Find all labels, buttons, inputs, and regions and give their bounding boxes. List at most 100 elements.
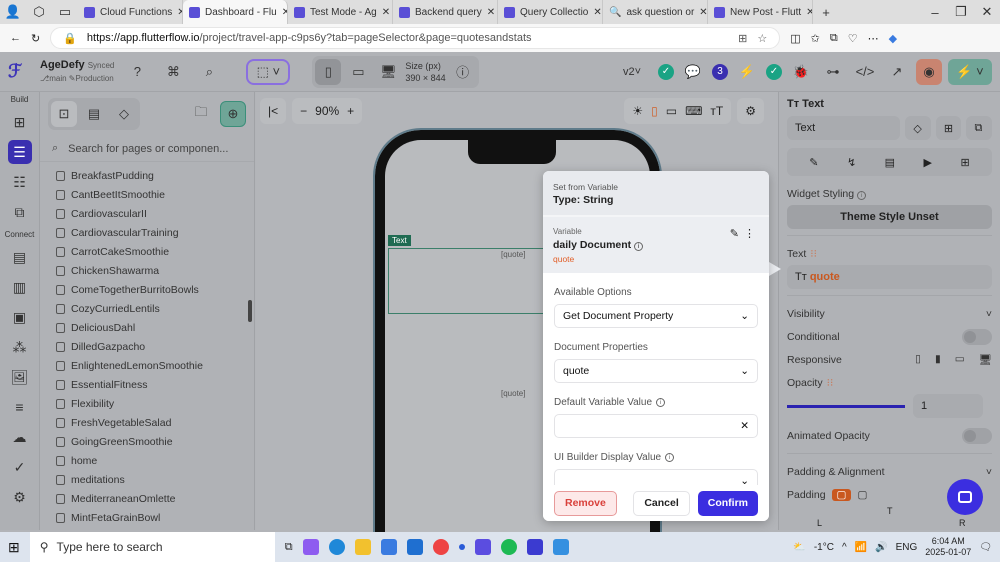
device-frame-icon[interactable]: ▭	[666, 104, 677, 118]
page-search-input[interactable]: ⌕ Search for pages or componen...	[40, 136, 254, 162]
phone-preview-icon[interactable]: ▯	[651, 104, 658, 118]
weather-icon[interactable]: ⛅	[793, 542, 805, 553]
issues-count-badge[interactable]: 3	[712, 63, 728, 80]
run-button[interactable]: ⚡ ˅	[948, 58, 992, 85]
task-view-icon[interactable]: ⧉	[285, 541, 293, 554]
zoom-out-icon[interactable]: −	[300, 104, 307, 118]
show-hidden-icons[interactable]: ^	[842, 542, 847, 553]
tab-actions-icon[interactable]: ▭	[52, 0, 78, 25]
phone-device-icon[interactable]: ▯	[315, 58, 342, 85]
clock[interactable]: 6:04 AM 2025-01-07	[925, 536, 971, 558]
command-icon[interactable]: ⌘	[160, 59, 186, 85]
text-scale-icon[interactable]: тT	[710, 104, 723, 118]
site-info-icon[interactable]: 🔒	[63, 32, 77, 45]
taskbar-search[interactable]: ⚲ Type here to search	[29, 532, 275, 562]
comments-icon[interactable]: 💬	[680, 59, 706, 85]
padding-individual-icon[interactable]: ▢	[857, 489, 867, 501]
library-tab-icon[interactable]: ◇	[111, 101, 137, 127]
favorites-icon[interactable]: ✩	[811, 32, 820, 45]
widget-name-input[interactable]: Text	[787, 116, 901, 140]
tablet-icon[interactable]: ▮	[935, 353, 941, 366]
open-external-icon[interactable]: ↗	[884, 59, 910, 85]
docs-tab-icon[interactable]: ⊞	[960, 156, 969, 169]
library-icon[interactable]: ◇	[905, 116, 931, 140]
page-list-item[interactable]: ComeTogetherBurritoBowls	[56, 280, 254, 299]
media-icon[interactable]: ▣	[8, 305, 32, 329]
page-list-item[interactable]: CantBeetItSmoothie	[56, 185, 254, 204]
chrome-app-icon[interactable]	[432, 539, 449, 555]
opacity-slider[interactable]	[787, 404, 905, 408]
flutterflow-logo-icon[interactable]: ℱ	[8, 61, 30, 83]
desktop-icon[interactable]: 🖥	[979, 353, 992, 366]
page-list-item[interactable]: MintFetaGrainBowl	[56, 508, 254, 527]
padding-uniform-icon[interactable]: ▢	[831, 488, 852, 501]
browser-tab[interactable]: New Post - Flutt ✕	[708, 0, 813, 24]
page-list-item[interactable]: EssentialFitness	[56, 375, 254, 394]
page-list-item[interactable]: GoingGreenSmoothie	[56, 432, 254, 451]
profile-icon[interactable]: 👤	[0, 0, 26, 25]
confirm-button[interactable]: Confirm	[697, 490, 758, 516]
convert-icon[interactable]: ⧉	[966, 116, 992, 140]
info-icon[interactable]: i	[634, 242, 644, 251]
add-page-button[interactable]: ⊕	[220, 101, 246, 127]
project-info[interactable]: AgeDefy Synced ⎇main ✎Production	[40, 59, 114, 85]
variable-icon[interactable]: ⁝⁝	[810, 248, 817, 260]
text-value-field[interactable]: Tт quote	[787, 265, 992, 289]
actions-icon[interactable]: ⚡	[734, 59, 760, 85]
info-icon[interactable]: i	[656, 398, 666, 407]
browser-essentials-icon[interactable]: ♡	[848, 32, 858, 45]
info-icon[interactable]: i	[665, 453, 675, 462]
page-list-item[interactable]: EnlightenedLemonSmoothie	[56, 356, 254, 375]
page-list-item[interactable]: DeliciousDahl	[56, 318, 254, 337]
properties-tab-icon[interactable]: ✎	[809, 156, 818, 169]
phone-icon[interactable]: ▯	[915, 353, 921, 366]
media-app-icon[interactable]	[474, 539, 491, 555]
browser-tab[interactable]: Backend query ✕	[393, 0, 498, 24]
widget-tree-icon[interactable]: ⧉	[8, 200, 32, 224]
mail-app-icon[interactable]	[406, 539, 423, 555]
components-tab-icon[interactable]: ▤	[81, 101, 107, 127]
page-list-item[interactable]: FreshVegetableSalad	[56, 413, 254, 432]
page-selector-icon[interactable]: ☰	[7, 140, 32, 164]
more-vert-icon[interactable]: ⋮	[744, 227, 755, 240]
opacity-input[interactable]: 1	[913, 394, 983, 418]
webex-app-icon[interactable]	[526, 539, 543, 555]
close-window-icon[interactable]: ✕	[974, 0, 1000, 25]
pages-tab-icon[interactable]: ⊡	[51, 101, 77, 127]
add-component-icon[interactable]: ⊞	[935, 116, 962, 140]
page-list-item[interactable]: Flexibility	[56, 394, 254, 413]
animations-tab-icon[interactable]: ▶	[924, 156, 932, 169]
page-list-scrollbar[interactable]	[248, 300, 252, 322]
backend-query-tab-icon[interactable]: ▤	[885, 156, 895, 169]
reload-icon[interactable]: ↻	[31, 32, 40, 45]
animated-opacity-toggle[interactable]	[962, 427, 992, 444]
new-tab-icon[interactable]: +	[813, 0, 839, 25]
page-list-item[interactable]: CarrotCakeSmoothie	[56, 242, 254, 261]
page-list-item[interactable]: MediterraneanOmlette	[56, 489, 254, 508]
chevron-down-icon[interactable]: ˅	[986, 466, 992, 478]
browser-tab[interactable]: Cloud Functions✕	[78, 0, 183, 24]
volume-icon[interactable]: 🔊	[875, 542, 887, 553]
network-icon[interactable]: 📶	[855, 542, 867, 553]
browser-tab[interactable]: Test Mode - Ag ✕	[288, 0, 393, 24]
quote-placeholder[interactable]: [quote]	[501, 389, 525, 398]
windows-start-icon[interactable]: ⊞	[8, 539, 20, 556]
data-types-icon[interactable]: ▥	[8, 275, 32, 299]
chevron-down-icon[interactable]: ˅	[986, 308, 992, 320]
preview-eye-button[interactable]: ◉	[916, 58, 942, 85]
browser-tab[interactable]: 🔍 ask question or ✕	[603, 0, 708, 24]
page-list-item[interactable]: BreakfastPudding	[56, 166, 254, 185]
notifications-icon[interactable]: 🗨	[979, 542, 992, 553]
minimize-icon[interactable]: –	[922, 0, 948, 25]
document-properties-dropdown[interactable]: quote ⌄	[554, 359, 758, 383]
quote-placeholder[interactable]: [quote]	[501, 250, 525, 259]
search-icon[interactable]: ⌕	[196, 59, 222, 85]
collapse-panel-button[interactable]: |<	[260, 98, 287, 124]
back-icon[interactable]: ←	[10, 32, 21, 44]
language-indicator[interactable]: ENG	[896, 542, 918, 553]
theme-style-button[interactable]: Theme Style Unset	[787, 205, 992, 229]
assets-icon[interactable]: 🖼	[8, 365, 32, 389]
storyboard-icon[interactable]: ☷	[8, 170, 32, 194]
remove-button[interactable]: Remove	[554, 490, 617, 516]
restore-icon[interactable]: ❐	[948, 0, 974, 25]
